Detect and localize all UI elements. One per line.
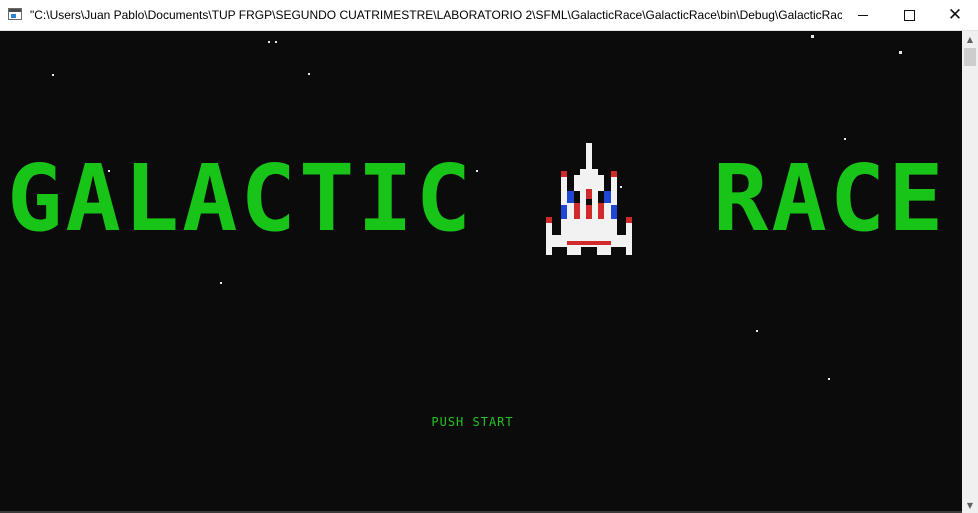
close-button[interactable]: ✕	[932, 0, 978, 31]
star	[308, 73, 310, 75]
minimize-button[interactable]	[840, 0, 886, 31]
maximize-button[interactable]	[886, 0, 932, 31]
minimize-icon	[858, 15, 868, 16]
scroll-down-arrow-icon[interactable]: ▼	[962, 497, 978, 513]
vertical-scrollbar[interactable]: ▲ ▼	[962, 31, 978, 513]
star	[828, 378, 830, 380]
console-app-icon	[8, 8, 22, 20]
star	[476, 170, 478, 172]
spaceship-icon	[546, 143, 632, 255]
logo-race: RACE	[713, 145, 947, 252]
star	[811, 35, 814, 38]
star	[275, 41, 277, 43]
star	[844, 138, 846, 140]
scroll-up-arrow-icon[interactable]: ▲	[962, 31, 978, 47]
maximize-icon	[903, 10, 915, 21]
star	[52, 74, 54, 76]
star	[756, 330, 758, 332]
star	[899, 51, 902, 54]
game-canvas[interactable]: GALACTIC RACE PUSH START	[0, 31, 962, 511]
console-window: "C:\Users\Juan Pablo\Documents\TUP FRGP\…	[0, 0, 978, 513]
title-bar[interactable]: "C:\Users\Juan Pablo\Documents\TUP FRGP\…	[0, 0, 978, 31]
window-title: "C:\Users\Juan Pablo\Documents\TUP FRGP\…	[30, 8, 842, 22]
push-start-prompt[interactable]: PUSH START	[0, 415, 945, 429]
scroll-thumb[interactable]	[964, 48, 976, 66]
star	[268, 41, 270, 43]
logo-galactic: GALACTIC	[7, 145, 475, 252]
star	[220, 282, 222, 284]
close-icon: ✕	[947, 5, 963, 25]
